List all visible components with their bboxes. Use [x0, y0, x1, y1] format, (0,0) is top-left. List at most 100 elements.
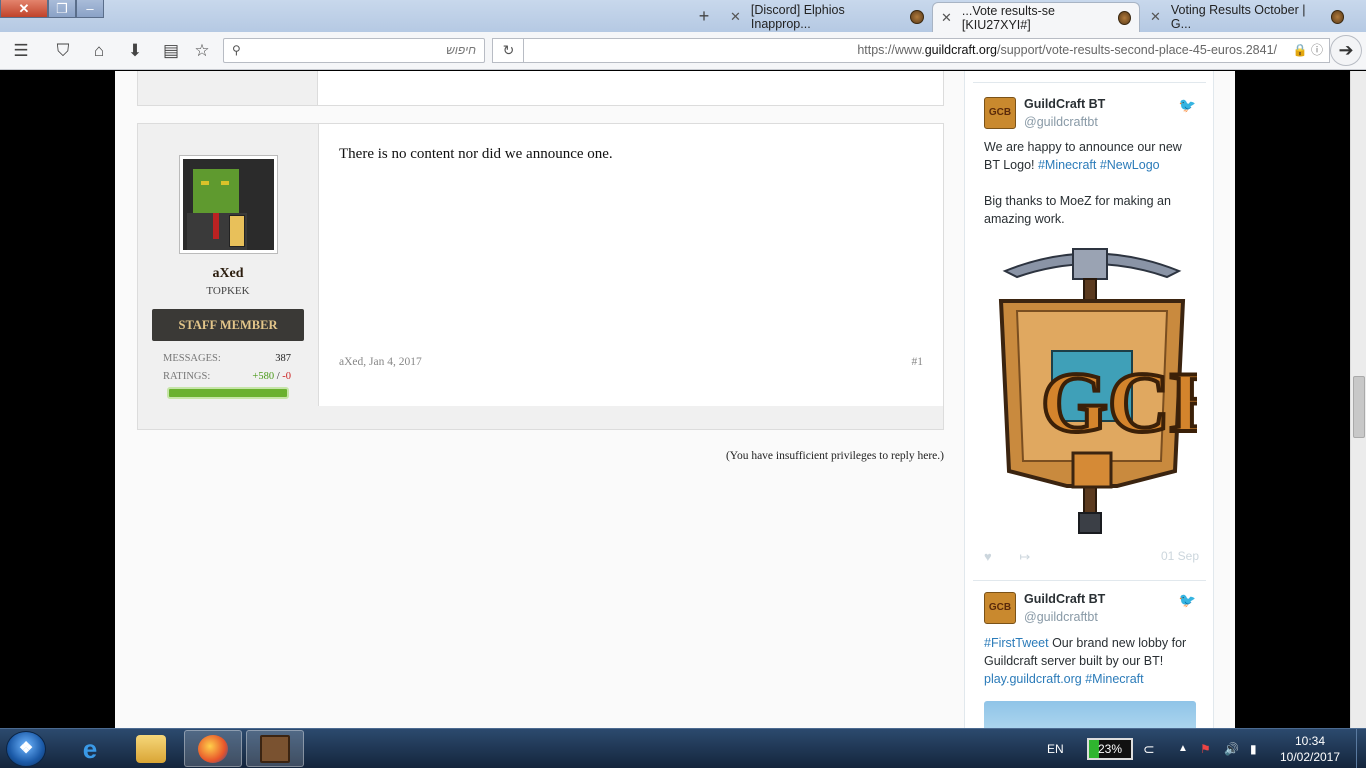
tweet-photo[interactable]	[984, 701, 1196, 728]
scrollbar-thumb[interactable]	[1353, 376, 1365, 438]
tweet-author-name[interactable]: GuildCraft BT	[1024, 97, 1105, 111]
tweet-actions: ♥ ↦ 01 Sep	[984, 549, 1199, 565]
window-close-button[interactable]: ✕	[0, 0, 48, 18]
post-meta[interactable]: aXed, Jan 4, 2017	[339, 356, 422, 368]
taskbar-minecraft[interactable]	[246, 730, 304, 767]
download-icon[interactable]: ⬇	[124, 40, 146, 62]
power-plug-icon[interactable]: ⊂	[1143, 729, 1155, 768]
hashtag-link[interactable]: #FirstTweet	[984, 636, 1049, 650]
show-hidden-icons-icon[interactable]: ▲	[1178, 729, 1188, 768]
system-clock[interactable]: 10:34 10/02/2017	[1275, 733, 1345, 765]
taskbar-firefox[interactable]	[184, 730, 242, 767]
rating-bar	[167, 387, 289, 399]
go-forward-button[interactable]: ➔	[1330, 35, 1362, 66]
twitter-bird-icon[interactable]: 🐦	[1179, 592, 1196, 609]
home-icon[interactable]: ⌂	[88, 40, 110, 62]
like-heart-icon[interactable]: ♥	[984, 549, 992, 564]
messages-label: MESSAGES:	[163, 353, 221, 364]
search-icon: ⚲	[232, 43, 241, 57]
reload-button[interactable]: ↻	[492, 38, 524, 63]
volume-icon[interactable]: 🔊	[1224, 729, 1239, 768]
navigation-toolbar: ☰ ⛉ ⌂ ⬇ ▤ ☆ חיפוש ⚲ ↻ https://www.guildc…	[0, 32, 1366, 70]
clock-time: 10:34	[1294, 734, 1326, 748]
ratings-positive: +580	[252, 371, 275, 382]
site-info-icon[interactable]: 🔒 ⓘ	[1293, 39, 1323, 62]
firefox-icon	[198, 734, 228, 763]
hashtag-link[interactable]: #Minecraft	[1038, 158, 1096, 172]
bookmark-star-icon[interactable]: ☆	[191, 40, 213, 62]
internet-explorer-icon: e	[82, 733, 98, 764]
guildcraft-favicon-icon	[1118, 10, 1131, 25]
tweet-avatar-logo-text: GCB	[988, 107, 1012, 118]
battery-percent: 23%	[1097, 742, 1123, 756]
staff-member-badge: STAFF MEMBER	[152, 309, 304, 341]
post-user-pane: aXed TOPKEK STAFF MEMBER MESSAGES: 387 R…	[138, 124, 318, 406]
close-tab-icon[interactable]: ✕	[730, 9, 741, 25]
messages-value[interactable]: 387	[275, 353, 291, 364]
window-restore-button[interactable]: ❐	[48, 0, 76, 18]
guildcraft-favicon-icon	[1330, 10, 1344, 24]
url-prefix: https://www.	[857, 43, 925, 57]
tweet-author-handle[interactable]: @guildcraftbt	[1024, 115, 1098, 129]
share-icon[interactable]: ↦	[1019, 549, 1030, 564]
post-permalink[interactable]: #1	[912, 356, 924, 368]
tweet-author-name[interactable]: GuildCraft BT	[1024, 592, 1105, 606]
hashtag-link[interactable]: #NewLogo	[1100, 158, 1160, 172]
show-desktop-button[interactable]	[1356, 729, 1366, 768]
post-message: There is no content nor did we announce …	[339, 146, 613, 162]
battery-indicator[interactable]: 23%	[1087, 738, 1133, 760]
url-domain: guildcraft.org	[924, 43, 997, 57]
url-bar[interactable]: https://www.guildcraft.org/support/vote-…	[523, 38, 1330, 63]
network-signal-icon[interactable]: ▮	[1250, 729, 1257, 768]
close-tab-icon[interactable]: ✕	[941, 10, 952, 26]
ratings-value: +580 / -0	[252, 371, 291, 382]
tab-bar: ✕ ❐ – + ✕ [Discord] Elphios Inapprop... …	[0, 0, 1366, 32]
tweet-avatar[interactable]: GCB	[984, 592, 1016, 624]
tweet: GCB GuildCraft BT @guildcraftbt 🐦 #First…	[973, 580, 1206, 728]
previous-post-user-pane	[138, 71, 318, 105]
window-minimize-button[interactable]: –	[76, 0, 104, 18]
tab-voting-results[interactable]: ✕ Voting Results October | G...	[1142, 2, 1352, 32]
close-tab-icon[interactable]: ✕	[1150, 9, 1161, 25]
clock-date: 10/02/2017	[1279, 750, 1341, 764]
bottle	[229, 215, 245, 247]
guildcraft-favicon-icon	[910, 10, 924, 24]
page-scrollbar[interactable]	[1350, 71, 1366, 728]
tweet-date[interactable]: 01 Sep	[1161, 549, 1199, 563]
tab-vote-results[interactable]: ✕ ...Vote results-se [KIU27XYI#]	[932, 2, 1140, 32]
language-indicator[interactable]: EN	[1047, 729, 1064, 768]
twitter-timeline: GCB GuildCraft BT @guildcraftbt 🐦 We are…	[964, 71, 1214, 728]
reading-list-icon[interactable]: ▤	[160, 40, 182, 62]
pocket-icon[interactable]: ⛉	[52, 40, 74, 62]
window-controls: ✕ ❐ –	[0, 0, 104, 18]
tweet: GCB GuildCraft BT @guildcraftbt 🐦 We are…	[973, 82, 1206, 580]
new-tab-button[interactable]: +	[693, 5, 715, 27]
tab-label: ...Vote results-se [KIU27XYI#]	[961, 3, 1056, 32]
tab-discord[interactable]: ✕ [Discord] Elphios Inapprop...	[722, 2, 932, 32]
screen: ✕ ❐ – + ✕ [Discord] Elphios Inapprop... …	[0, 0, 1366, 768]
taskbar-file-explorer[interactable]	[122, 730, 180, 767]
ratings-stat: RATINGS: +580 / -0	[163, 371, 291, 382]
search-placeholder: חיפוש	[446, 43, 476, 57]
user-title: TOPKEK	[206, 285, 250, 297]
tweet-text: We are happy to announce our new BT Logo…	[984, 138, 1199, 228]
taskbar-internet-explorer[interactable]: e	[61, 730, 119, 767]
post-message-pane: There is no content nor did we announce …	[318, 124, 943, 406]
orc-tie	[213, 213, 219, 239]
start-button[interactable]: ❖	[6, 731, 46, 767]
tweet-avatar[interactable]: GCB	[984, 97, 1016, 129]
action-center-flag-icon[interactable]: ⚑	[1200, 729, 1211, 768]
menu-icon[interactable]: ☰	[10, 40, 32, 62]
hashtag-link[interactable]: #Minecraft	[1085, 672, 1143, 686]
orc-eye	[201, 181, 209, 185]
url-link[interactable]: play.guildcraft.org	[984, 672, 1082, 686]
tab-label: Voting Results October | G...	[1170, 3, 1306, 31]
gcb-logo-image[interactable]: GCB	[987, 241, 1197, 541]
avatar-image	[183, 159, 274, 250]
twitter-bird-icon[interactable]: 🐦	[1179, 97, 1196, 114]
tweet-author-handle[interactable]: @guildcraftbt	[1024, 610, 1098, 624]
search-input[interactable]: חיפוש ⚲	[223, 38, 485, 63]
avatar[interactable]	[179, 155, 278, 254]
url-path: /support/vote-results-second-place-45-eu…	[996, 43, 1277, 57]
username-link[interactable]: aXed	[138, 266, 318, 282]
